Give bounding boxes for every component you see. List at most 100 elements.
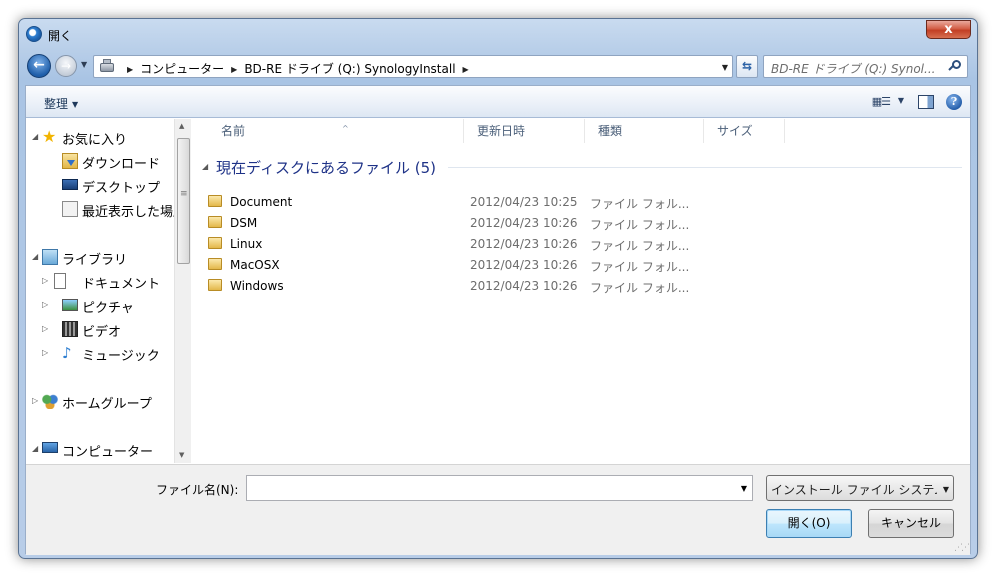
navigation-pane-scrollbar[interactable]: ▲ ▼ [174,119,191,463]
close-icon: x [944,22,953,37]
forward-button[interactable]: → [55,55,77,77]
file-group-header[interactable]: ◢ 現在ディスクにあるファイル (5) [202,155,962,179]
chevron-down-icon: ▼ [942,485,949,494]
filename-input[interactable] [250,479,730,497]
close-button[interactable]: x [926,20,971,39]
view-dropdown-icon[interactable]: ▼ [898,96,904,105]
expand-triangle-icon[interactable]: ▷ [32,396,38,405]
collapse-triangle-icon[interactable]: ◢ [32,252,38,261]
folder-icon [208,216,222,228]
search-icon[interactable] [948,60,962,73]
breadcrumb-chevron-icon[interactable]: ▶ [231,65,237,74]
expand-triangle-icon[interactable]: ▷ [42,324,48,333]
navigation-bar: ← → ▼ ▶ コンピューター ▶ BD-RE ドライブ (Q:) SynologyI… [19,52,977,82]
file-date: 2012/04/23 10:26 [470,216,578,230]
cancel-button[interactable]: キャンセル [868,509,954,538]
open-file-dialog: 開く x ← → ▼ ▶ コンピューター ▶ BD-RE ドライブ (Q:) Syno… [18,18,978,559]
collapse-triangle-icon[interactable]: ◢ [32,132,38,141]
file-date: 2012/04/23 10:26 [470,237,578,251]
filename-dropdown-icon[interactable]: ▼ [741,484,747,493]
help-icon[interactable]: ? [946,94,962,110]
expand-triangle-icon[interactable]: ▷ [42,300,48,309]
file-type: ファイル フォル... [590,197,690,211]
command-bar: 整理 ▼ ▦☰ ▼ ? [26,86,970,118]
navigation-pane: ◢ ★ お気に入り ダウンロード デスクトップ 最近表示した場所 ◢ ライブラリ [26,119,174,463]
file-name: DSM [230,216,258,230]
star-icon: ★ [42,127,57,146]
column-header-date-modified[interactable]: 更新日時 [464,119,585,143]
column-header-size[interactable]: サイズ [704,119,785,143]
filename-combobox[interactable]: ▼ [246,475,753,501]
back-arrow-icon: ← [33,57,45,73]
chevron-down-icon: ▼ [72,100,79,109]
file-row[interactable]: Linux 2012/04/23 10:26 ファイル フォル... [206,234,966,255]
breadcrumb-computer[interactable]: コンピューター [140,62,224,76]
expand-triangle-icon[interactable]: ▷ [42,348,48,357]
scroll-up-icon[interactable]: ▲ [179,122,184,130]
file-date: 2012/04/23 10:26 [470,279,578,293]
computer-icon [42,442,58,453]
sort-ascending-icon: ^ [342,124,349,133]
file-date: 2012/04/23 10:26 [470,258,578,272]
dialog-client-area: 整理 ▼ ▦☰ ▼ ? ◢ ★ お気に入り ダウンロード デスクトップ 最近表示し [25,85,971,555]
file-type-filter-value: インストール ファイル システム [771,483,937,497]
app-icon [26,26,42,42]
collapse-triangle-icon[interactable]: ◢ [32,444,38,453]
file-row[interactable]: Windows 2012/04/23 10:26 ファイル フォル... [206,276,966,297]
documents-icon [54,273,66,289]
file-list: 名前 ^ 更新日時 種類 サイズ ◢ 現在ディスクにあるファイル (5) Doc… [192,119,970,463]
recent-pages-dropdown[interactable]: ▼ [81,60,87,69]
folder-icon [208,195,222,207]
column-header-type[interactable]: 種類 [585,119,704,143]
title-bar: 開く x [19,19,977,49]
file-date: 2012/04/23 10:25 [470,195,578,209]
filename-label: ファイル名(N): [156,483,239,497]
desktop-icon [62,179,78,190]
change-view-icon[interactable]: ▦☰ [872,95,891,108]
downloads-icon [62,153,78,169]
breadcrumb-chevron-icon[interactable]: ▶ [127,65,133,74]
computer-drive-icon [99,59,115,74]
file-type: ファイル フォル... [590,239,690,253]
libraries-icon [42,249,58,265]
file-row[interactable]: MacOSX 2012/04/23 10:26 ファイル フォル... [206,255,966,276]
recent-places-icon [62,201,78,217]
file-name: Windows [230,279,284,293]
folder-icon [208,279,222,291]
file-row[interactable]: DSM 2012/04/23 10:26 ファイル フォル... [206,213,966,234]
address-bar[interactable]: ▶ コンピューター ▶ BD-RE ドライブ (Q:) SynologyInstall… [93,55,733,78]
file-type: ファイル フォル... [590,281,690,295]
organize-label: 整理 [44,97,69,111]
open-button[interactable]: 開く(O) [766,509,852,538]
videos-icon [62,321,78,337]
window-title: 開く [48,29,73,43]
search-box[interactable]: BD-RE ドライブ (Q:) Synol... [763,55,968,78]
file-type-filter-select[interactable]: インストール ファイル システム ▼ [766,475,954,501]
scroll-down-icon[interactable]: ▼ [179,451,184,459]
file-name: Document [230,195,293,209]
file-name: Linux [230,237,263,251]
file-name: MacOSX [230,258,280,272]
pictures-icon [62,299,78,311]
folder-icon [208,237,222,249]
file-row[interactable]: Document 2012/04/23 10:25 ファイル フォル... [206,192,966,213]
breadcrumb-chevron-icon[interactable]: ▶ [463,65,469,74]
preview-pane-icon[interactable] [918,95,934,109]
breadcrumb-drive[interactable]: BD-RE ドライブ (Q:) SynologyInstall [244,62,455,76]
file-type: ファイル フォル... [590,218,690,232]
refresh-button[interactable]: ⇆ [736,55,758,78]
address-dropdown-icon[interactable]: ▼ [722,63,728,72]
organize-button[interactable]: 整理 ▼ [44,95,78,112]
scrollbar-thumb[interactable] [177,138,190,264]
file-type: ファイル フォル... [590,260,690,274]
back-button[interactable]: ← [27,54,51,78]
breadcrumb: ▶ コンピューター ▶ BD-RE ドライブ (Q:) SynologyInstall… [120,60,476,77]
folder-icon [208,258,222,270]
expand-triangle-icon[interactable]: ▷ [42,276,48,285]
collapse-triangle-icon[interactable]: ◢ [202,162,208,171]
search-input[interactable]: BD-RE ドライブ (Q:) Synol... [771,60,935,77]
resize-grip-icon[interactable]: ⋰⋰ [954,543,970,553]
homegroup-icon [42,393,58,409]
refresh-icon: ⇆ [741,59,753,73]
column-header-name[interactable]: 名前 ^ [208,119,464,143]
